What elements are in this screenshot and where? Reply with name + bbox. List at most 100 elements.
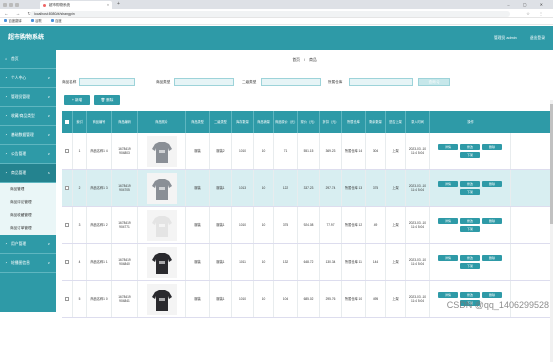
edit-button[interactable]: 修改 [460, 292, 480, 298]
cell-shelf: 上架 [386, 170, 406, 206]
header-user-area: 管理员 admin 退出登录 [482, 26, 545, 50]
table-row[interactable]: 3 商品名称1 2 1678419 904771 服装 服装1 1010 10 375 924.… [62, 207, 551, 244]
bookmark-item[interactable]: 百度翻译 [4, 19, 22, 23]
row-delete-button[interactable]: 删除 [482, 181, 502, 187]
sidebar-subitem-collect[interactable]: 商品收藏管理 [0, 209, 56, 222]
table-row[interactable]: 2 商品名称1 3 1678419 904705 服装 服装1 1013 10 122 337.… [62, 170, 551, 207]
sidebar-item-basedata[interactable]: ◔ 基础数据管理 ∨ [0, 126, 56, 145]
off-shelf-button[interactable]: 下架 [460, 189, 480, 195]
table-row[interactable]: 1 商品名称1 4 1678419 904803 服装 服装2 1010 10 71 551.1… [62, 133, 551, 170]
cell-index: 1 [73, 133, 87, 169]
row-actions: 详情 修改 删除 下架 [435, 181, 505, 195]
window-controls[interactable]: – ▢ ✕ [507, 0, 549, 9]
sidebar-item-label: 轮播图信息 [11, 261, 30, 265]
cell-name: 商品名称1 2 [87, 207, 112, 243]
row-actions: 详情 修改 删除 下架 [435, 255, 505, 269]
off-shelf-button[interactable]: 下架 [460, 226, 480, 232]
detail-button[interactable]: 详情 [438, 181, 458, 187]
th-count: 商品原价（元） [274, 111, 298, 133]
tab-favicon-icon [43, 3, 46, 7]
select-all-checkbox[interactable] [65, 120, 69, 124]
tab-close-icon[interactable]: × [107, 1, 109, 9]
goods-photo[interactable] [146, 209, 177, 241]
sidebar-item-profile[interactable]: ◔ 个人中心 ∨ [0, 69, 56, 88]
logout-link[interactable]: 退出登录 [530, 36, 545, 40]
row-delete-button[interactable]: 删除 [482, 144, 502, 150]
goods-photo[interactable] [146, 135, 177, 167]
row-checkbox-cell [62, 133, 73, 169]
sidebar-item-admins[interactable]: ◔ 管理员管理 ∨ [0, 88, 56, 107]
cell-remain: 304 [366, 133, 386, 169]
sidebar-subitem-orders[interactable]: 商品订单管理 [0, 222, 56, 235]
cell-subtype: 服装1 [210, 244, 232, 280]
search-subtype-label: 二级类型 [242, 80, 257, 84]
sidebar-item-home[interactable]: ⌂ 首页 [0, 50, 56, 69]
detail-button[interactable]: 详情 [438, 255, 458, 261]
detail-button[interactable]: 详情 [438, 218, 458, 224]
search-name-input[interactable] [79, 78, 135, 86]
edit-button[interactable]: 修改 [460, 255, 480, 261]
row-delete-button[interactable]: 删除 [482, 292, 502, 298]
edit-button[interactable]: 修改 [460, 144, 480, 150]
chevron-down-icon: ∨ [47, 114, 50, 118]
search-subtype-select[interactable] [261, 78, 321, 86]
search-warehouse-input[interactable] [349, 78, 413, 86]
breadcrumb-home[interactable]: 首页 [292, 58, 300, 62]
new-tab-button[interactable]: + [117, 0, 120, 9]
sidebar-item-label: 个人中心 [11, 76, 27, 80]
detail-button[interactable]: 详情 [438, 144, 458, 150]
th-subtype: 二级类型 [210, 111, 232, 133]
th-shelf: 是否上架 [386, 111, 406, 133]
row-delete-button[interactable]: 删除 [482, 255, 502, 261]
sidebar-item-notices[interactable]: ◔ 公告管理 ∨ [0, 145, 56, 164]
goods-photo[interactable] [146, 246, 177, 278]
edit-button[interactable]: 修改 [460, 181, 480, 187]
goods-photo[interactable] [146, 283, 177, 315]
cell-subtype: 服装2 [210, 133, 232, 169]
cell-remain: 144 [366, 244, 386, 280]
row-checkbox[interactable] [65, 223, 69, 227]
row-checkbox[interactable] [65, 260, 69, 264]
detail-button[interactable]: 详情 [438, 292, 458, 298]
sidebar-subitem-comments[interactable]: 商品评论管理 [0, 196, 56, 209]
sidebar-subitem-goods[interactable]: 商品管理 [0, 183, 56, 196]
add-button[interactable]: + 新增 [64, 95, 90, 105]
delete-button[interactable]: 🗑 删除 [94, 95, 120, 105]
off-shelf-button[interactable]: 下架 [460, 263, 480, 269]
cell-now: 297.74 [320, 170, 342, 206]
cell-code: 1678419 904771 [112, 207, 138, 243]
bookmark-item[interactable]: 百度 [50, 19, 62, 23]
cell-count: 71 [274, 133, 298, 169]
edit-button[interactable]: 修改 [460, 218, 480, 224]
browser-menu-icon[interactable]: ☆ ⋮ [526, 9, 547, 18]
off-shelf-button[interactable]: 下架 [460, 152, 480, 158]
watermark-text: CSDN @qq_1406299528 [446, 300, 549, 310]
sidebar-item-goods[interactable]: ◔ 商品管理 ∧ [0, 164, 56, 183]
row-checkbox[interactable] [65, 186, 69, 190]
row-checkbox-cell [62, 170, 73, 206]
row-delete-button[interactable]: 删除 [482, 218, 502, 224]
search-button[interactable]: 查询 Q [418, 78, 450, 86]
sidebar-item-users[interactable]: ◔ 用户管理 ∨ [0, 235, 56, 254]
header-checkbox-cell[interactable] [62, 111, 73, 133]
row-checkbox[interactable] [65, 149, 69, 153]
app-title: 超市购物系统 [8, 35, 45, 41]
url-input[interactable]: localhost:8080/#/shangpin [30, 10, 510, 17]
cell-time: 2023-03 -10 11:4 5:04 [406, 244, 430, 280]
search-type-select[interactable] [174, 78, 234, 86]
goods-photo[interactable] [146, 172, 177, 204]
th-ops: 操作 [467, 119, 474, 124]
window-dots [3, 2, 21, 8]
row-checkbox-cell [62, 244, 73, 280]
browser-tab[interactable]: 超市购物系统 × [40, 1, 112, 9]
cell-now: 77.97 [320, 207, 342, 243]
sidebar-item-favorites[interactable]: ◔ 收藏/商品类型 ∨ [0, 107, 56, 126]
sidebar-item-carousel[interactable]: ◔ 轮播图信息 ∨ [0, 254, 56, 273]
bookmark-item[interactable]: 谷歌 [30, 19, 42, 23]
row-checkbox[interactable] [65, 297, 69, 301]
cell-type: 服装 [186, 207, 210, 243]
search-name-label: 商品名称 [62, 80, 77, 84]
table-row[interactable]: 4 商品名称1 1 1678419 904840 服装 服装1 1011 10 132 648.… [62, 244, 551, 281]
row-actions: 详情 修改 删除 下架 [435, 144, 505, 158]
cell-sales: 10 [254, 244, 274, 280]
